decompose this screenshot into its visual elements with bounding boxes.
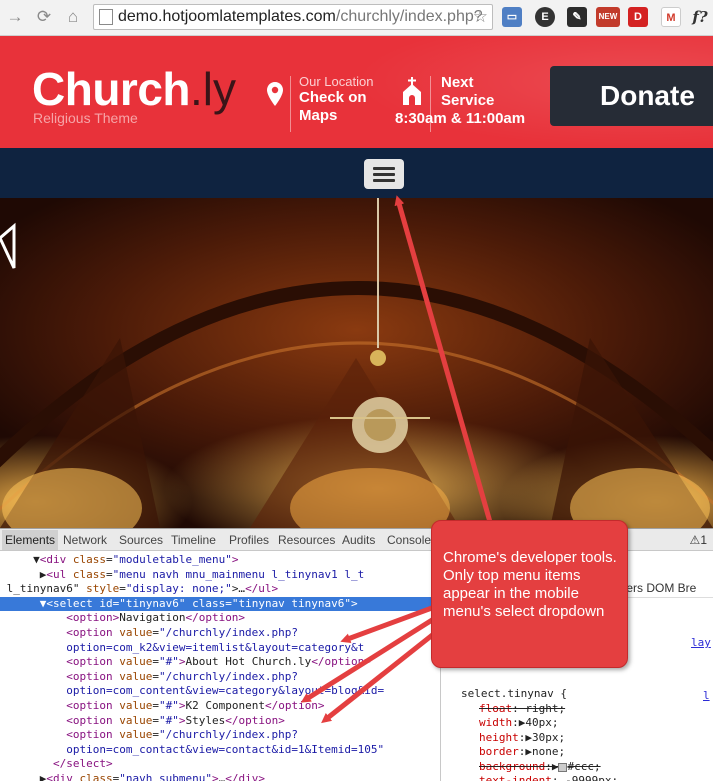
site-tagline: Religious Theme (33, 110, 138, 126)
gmail-icon[interactable]: M (661, 7, 681, 27)
logo-main-text: Church (32, 63, 191, 115)
devtools-tab-audits[interactable]: Audits (342, 533, 375, 547)
home-icon[interactable]: ⌂ (62, 6, 84, 28)
header-divider (290, 76, 291, 132)
extension-folder-icon[interactable]: ▭ (502, 7, 522, 27)
location-block[interactable]: Our Location Check on Maps (299, 74, 385, 125)
menu-bar (373, 167, 395, 170)
dom-node[interactable]: ▶<ul class="menu navh mnu_mainmenu l_tin… (0, 568, 440, 583)
css-declaration[interactable]: text-indent: -9999px; (479, 774, 618, 781)
devtools-tab-sources[interactable]: Sources (119, 533, 163, 547)
dom-node[interactable]: option=com_content&view=category&layout=… (0, 684, 440, 699)
dom-node[interactable]: option=com_contact&view=contact&id=1&Ite… (0, 743, 440, 758)
dom-node[interactable]: <option value="#">Styles</option> (0, 714, 440, 729)
devtools-tab-timeline[interactable]: Timeline (171, 533, 216, 547)
css-declaration[interactable]: width:▶40px; (479, 716, 558, 731)
css-declaration[interactable]: background:▶ #ccc; (479, 760, 601, 775)
extension-f-label: f? (692, 8, 708, 26)
dom-node[interactable]: ▼<div class="moduletable_menu"> (0, 553, 440, 568)
css-declaration[interactable]: height:▶30px; (479, 731, 565, 746)
reload-icon[interactable]: ⟳ (33, 6, 55, 28)
dom-node[interactable]: <option value="/churchly/index.php? (0, 626, 440, 641)
slider-prev-icon (0, 222, 16, 269)
dom-node[interactable]: ▶<div class="navh_submenu">…</div> (0, 772, 440, 781)
service-label-1: Next (441, 74, 474, 91)
dome-illustration (0, 198, 713, 528)
address-bar[interactable]: demo.hotjoomlatemplates.com/churchly/ind… (93, 4, 493, 30)
site-logo[interactable]: Church.ly (32, 62, 236, 116)
devtools-tab-profiles[interactable]: Profiles (229, 533, 269, 547)
css-declaration[interactable]: float: right; (479, 702, 565, 717)
location-link[interactable]: Check on Maps (299, 89, 385, 125)
dom-node-selected[interactable]: ▼<select id="tinynav6" class="tinynav ti… (0, 596, 440, 612)
annotation-callout: Chrome's developer tools. Only top menu … (431, 520, 628, 668)
service-time: 8:30am & 11:00am (395, 110, 526, 127)
url-text: demo.hotjoomlatemplates.com/churchly/ind… (118, 8, 483, 26)
devtools-tab-resources[interactable]: Resources (278, 533, 335, 547)
extension-new-icon[interactable]: NEW (596, 7, 620, 27)
service-block: Next Service 8:30am & 11:00am (395, 74, 525, 128)
dom-node[interactable]: <option value="#">K2 Component</option> (0, 699, 440, 714)
dom-node[interactable]: <option>Navigation</option> (0, 611, 440, 626)
bookmark-star-icon[interactable]: ☆ (473, 7, 488, 27)
warning-count[interactable]: ⚠1 (690, 533, 707, 547)
page-icon (99, 9, 113, 25)
logo-accent-text: .ly (190, 63, 236, 115)
map-pin-icon (267, 82, 283, 106)
menu-bar (373, 179, 395, 182)
dom-tree[interactable]: ▼<div class="moduletable_menu"> ▶<ul cla… (0, 551, 440, 781)
hero-dome-image (0, 198, 713, 528)
css-rule-selector[interactable]: select.tinynav { (461, 687, 567, 702)
callout-text: Chrome's developer tools. Only top menu … (443, 549, 617, 620)
stylesheet-link[interactable]: l (703, 689, 710, 702)
extension-evernote-icon[interactable]: E (535, 7, 555, 27)
site-header: Church.ly Religious Theme Our Location C… (0, 36, 713, 148)
extension-feather-icon[interactable]: ✎ (567, 7, 587, 27)
dom-node[interactable]: <option value="#">About Hot Church.ly</o… (0, 655, 440, 670)
css-declaration[interactable]: border:▶none; (479, 745, 565, 760)
warning-count-value: 1 (700, 533, 707, 547)
dom-node[interactable]: </select> (0, 757, 440, 772)
main-nav-bar (0, 148, 713, 198)
extension-d-icon[interactable]: D (628, 7, 648, 27)
devtools-tab-elements[interactable]: Elements (2, 530, 59, 550)
devtools-tab-network[interactable]: Network (63, 533, 107, 547)
dom-node[interactable]: l_tinynav6" style="display: none;">…</ul… (0, 582, 440, 597)
location-label: Our Location (299, 74, 374, 89)
url-path: /churchly/index.php? (335, 8, 483, 25)
dom-node[interactable]: <option value="/churchly/index.php? (0, 728, 440, 743)
extension-new-label: NEW (598, 12, 618, 21)
dom-node[interactable]: <option value="/churchly/index.php? (0, 670, 440, 685)
devtools-tab-console[interactable]: Console (387, 533, 431, 547)
extension-f-icon[interactable]: f? (690, 7, 710, 27)
forward-icon[interactable]: → (4, 6, 26, 28)
donate-button[interactable]: Donate (550, 66, 713, 126)
mobile-menu-button[interactable] (364, 159, 404, 189)
url-host: demo.hotjoomlatemplates.com (118, 8, 336, 25)
browser-toolbar: → ⟳ ⌂ demo.hotjoomlatemplates.com/church… (0, 0, 713, 36)
service-label-2: Service (441, 92, 495, 109)
menu-bar (373, 173, 395, 176)
dom-node[interactable]: option=com_k2&view=itemlist&layout=categ… (0, 641, 440, 656)
stylesheet-link[interactable]: lay (691, 636, 711, 649)
